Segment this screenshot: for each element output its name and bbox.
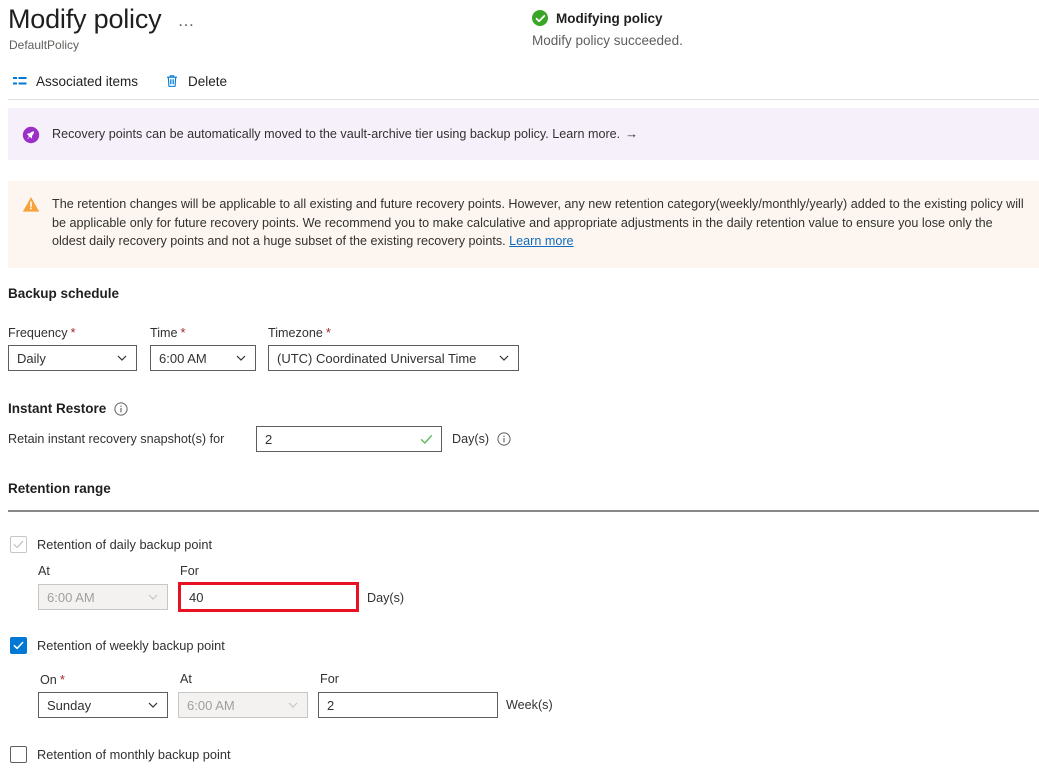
weekly-for-label: For <box>320 672 339 686</box>
required-marker: * <box>326 325 331 340</box>
delete-button[interactable]: Delete <box>160 70 231 92</box>
weekly-retention-checkbox[interactable] <box>10 637 27 654</box>
archive-info-message: Recovery points can be automatically mov… <box>52 127 620 141</box>
timezone-label: Timezone* <box>268 325 331 340</box>
warning-triangle-icon <box>22 196 40 214</box>
archive-info-banner[interactable]: Recovery points can be automatically mov… <box>8 108 1039 160</box>
page-title: Modify policy <box>8 2 161 36</box>
delete-label: Delete <box>188 74 227 89</box>
retain-snapshot-label: Retain instant recovery snapshot(s) for <box>8 432 224 446</box>
daily-at-value: 6:00 AM <box>47 590 141 605</box>
daily-for-label: For <box>180 564 199 578</box>
chevron-down-icon <box>147 591 159 603</box>
section-divider <box>8 510 1039 512</box>
retention-warning-text: The retention changes will be applicable… <box>52 195 1025 251</box>
weekly-retention-checkbox-row[interactable]: Retention of weekly backup point <box>10 637 225 654</box>
weekly-at-value: 6:00 AM <box>187 698 281 713</box>
weekly-at-label: At <box>180 672 192 686</box>
status-notification: Modifying policy Modify policy succeeded… <box>532 10 832 48</box>
daily-for-value: 40 <box>189 590 348 605</box>
weekly-for-input[interactable]: 2 <box>318 692 498 718</box>
required-marker: * <box>71 325 76 340</box>
arrow-right-icon[interactable]: → <box>625 126 638 141</box>
instant-restore-unit: Day(s) <box>452 432 511 446</box>
daily-at-dropdown: 6:00 AM <box>38 584 168 610</box>
monthly-retention-checkbox[interactable] <box>10 746 27 763</box>
chevron-down-icon <box>147 699 159 711</box>
weekly-at-dropdown: 6:00 AM <box>178 692 308 718</box>
chevron-down-icon <box>116 352 128 364</box>
daily-retention-label: Retention of daily backup point <box>37 537 212 552</box>
monthly-retention-checkbox-row[interactable]: Retention of monthly backup point <box>10 746 231 763</box>
backup-schedule-heading: Backup schedule <box>8 286 119 301</box>
daily-for-input[interactable]: 40 <box>178 582 359 612</box>
timezone-dropdown[interactable]: (UTC) Coordinated Universal Time <box>268 345 519 371</box>
warning-learn-more-link[interactable]: Learn more <box>509 234 573 248</box>
timezone-value: (UTC) Coordinated Universal Time <box>277 351 492 366</box>
chevron-down-icon <box>235 352 247 364</box>
weekly-retention-label: Retention of weekly backup point <box>37 638 225 653</box>
command-toolbar: Associated items Delete <box>8 70 231 92</box>
monthly-retention-label: Retention of monthly backup point <box>37 747 231 762</box>
instant-restore-days-value: 2 <box>265 432 420 447</box>
instant-restore-days-input[interactable]: 2 <box>256 426 442 452</box>
weekly-for-value: 2 <box>327 698 489 713</box>
modify-policy-blade: Modify policy … DefaultPolicy Modifying … <box>0 0 1039 781</box>
weekly-for-unit: Week(s) <box>506 698 553 712</box>
instant-restore-heading-label: Instant Restore <box>8 401 106 416</box>
instant-restore-heading: Instant Restore <box>8 401 128 416</box>
status-title: Modifying policy <box>556 11 663 26</box>
required-marker: * <box>60 672 65 687</box>
policy-name-subtitle: DefaultPolicy <box>9 38 79 52</box>
more-options-icon[interactable]: … <box>177 12 195 29</box>
chevron-down-icon <box>498 352 510 364</box>
daily-for-unit: Day(s) <box>367 591 404 605</box>
frequency-dropdown[interactable]: Daily <box>8 345 137 371</box>
trash-icon <box>164 73 180 89</box>
time-dropdown[interactable]: 6:00 AM <box>150 345 256 371</box>
info-icon[interactable] <box>114 402 128 416</box>
associated-items-label: Associated items <box>36 74 138 89</box>
required-marker: * <box>181 325 186 340</box>
retention-warning-banner: The retention changes will be applicable… <box>8 181 1039 268</box>
chevron-down-icon <box>287 699 299 711</box>
frequency-label: Frequency* <box>8 325 76 340</box>
weekly-on-label: On* <box>40 672 65 687</box>
list-icon <box>12 73 28 89</box>
associated-items-button[interactable]: Associated items <box>8 70 142 92</box>
validation-check-icon <box>420 433 433 446</box>
time-label: Time* <box>150 325 186 340</box>
daily-retention-checkbox <box>10 536 27 553</box>
daily-retention-checkbox-row[interactable]: Retention of daily backup point <box>10 536 212 553</box>
retention-range-heading: Retention range <box>8 481 111 496</box>
rocket-icon <box>22 126 40 144</box>
info-icon[interactable] <box>497 432 511 446</box>
success-check-icon <box>532 10 548 26</box>
time-value: 6:00 AM <box>159 351 229 366</box>
frequency-value: Daily <box>17 351 110 366</box>
weekly-on-value: Sunday <box>47 698 141 713</box>
daily-at-label: At <box>38 564 50 578</box>
instant-restore-unit-label: Day(s) <box>452 432 489 446</box>
toolbar-divider <box>8 99 1039 100</box>
page-header: Modify policy … <box>8 2 195 36</box>
archive-info-text: Recovery points can be automatically mov… <box>52 125 638 144</box>
weekly-on-dropdown[interactable]: Sunday <box>38 692 168 718</box>
status-description: Modify policy succeeded. <box>532 33 832 48</box>
